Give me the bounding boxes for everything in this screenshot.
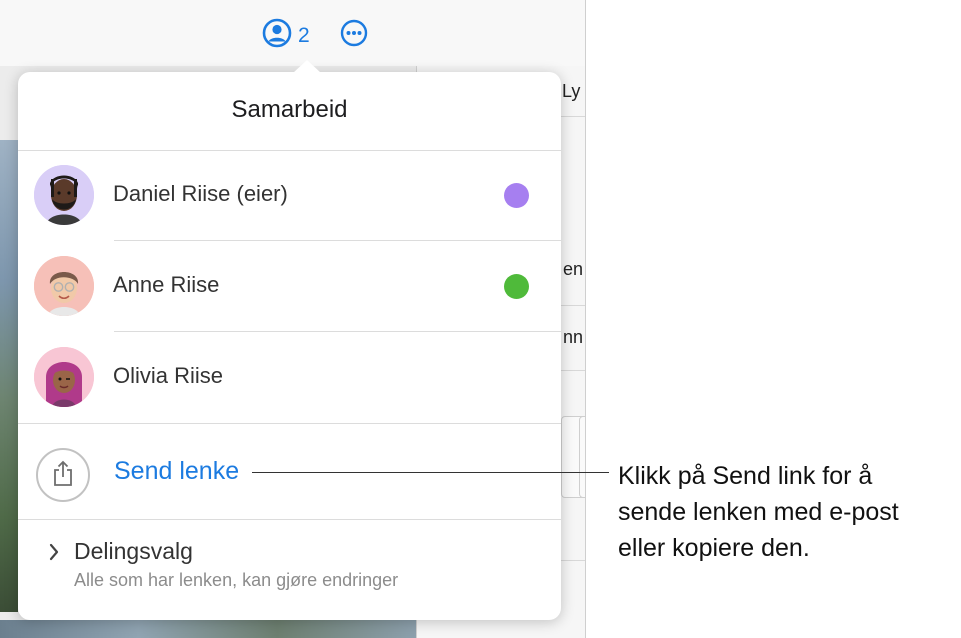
callout-leader-line bbox=[252, 472, 609, 473]
callout-text: Klikk på Send link for å sende lenken me… bbox=[618, 462, 899, 562]
participant-name: Anne Riise bbox=[113, 272, 220, 297]
divider bbox=[18, 423, 561, 424]
memoji-avatar bbox=[34, 256, 94, 316]
sidebar-divider bbox=[558, 370, 585, 371]
document-image bbox=[0, 140, 18, 612]
memoji-avatar bbox=[34, 165, 94, 225]
status-dot bbox=[504, 274, 529, 299]
collaboration-popover: Samarbeid Daniel Riise (eier) Anne Riise… bbox=[18, 60, 561, 620]
document-image-bottom bbox=[0, 620, 416, 638]
participant-row[interactable]: Anne Riise bbox=[18, 241, 561, 331]
participant-row[interactable]: Daniel Riise (eier) bbox=[18, 150, 561, 240]
divider bbox=[18, 519, 561, 520]
more-button[interactable] bbox=[340, 19, 368, 52]
memoji-avatar bbox=[34, 347, 94, 407]
send-link-label[interactable]: Send lenke bbox=[114, 457, 239, 486]
collaborators-button[interactable]: 2 bbox=[262, 18, 310, 53]
toolbar: 2 bbox=[0, 0, 585, 67]
participant-name: Daniel Riise (eier) bbox=[113, 181, 288, 206]
sharing-options-title[interactable]: Delingsvalg bbox=[74, 538, 193, 565]
participant-row[interactable]: Olivia Riise bbox=[18, 332, 561, 422]
sidebar-divider bbox=[558, 305, 585, 306]
popover-title: Samarbeid bbox=[231, 96, 348, 123]
popover-arrow bbox=[293, 60, 321, 73]
sidebar-tab-fragment: Ly bbox=[562, 81, 581, 101]
sidebar-control[interactable] bbox=[579, 416, 585, 498]
sidebar-label-fragment: nn bbox=[563, 327, 584, 347]
sidebar-divider bbox=[558, 116, 585, 117]
chevron-right-icon[interactable] bbox=[48, 542, 60, 567]
status-dot bbox=[504, 183, 529, 208]
sidebar-divider bbox=[558, 560, 585, 561]
participant-name: Olivia Riise bbox=[113, 363, 224, 388]
ellipsis-circle-icon bbox=[340, 19, 368, 51]
sharing-options-subtitle: Alle som har lenken, kan gjøre endringer bbox=[74, 570, 399, 590]
collaborator-count: 2 bbox=[298, 23, 310, 47]
sidebar-label-fragment: en bbox=[563, 259, 584, 279]
send-link-button[interactable] bbox=[36, 448, 90, 502]
share-icon bbox=[51, 459, 75, 492]
person-circle-icon bbox=[262, 18, 292, 53]
